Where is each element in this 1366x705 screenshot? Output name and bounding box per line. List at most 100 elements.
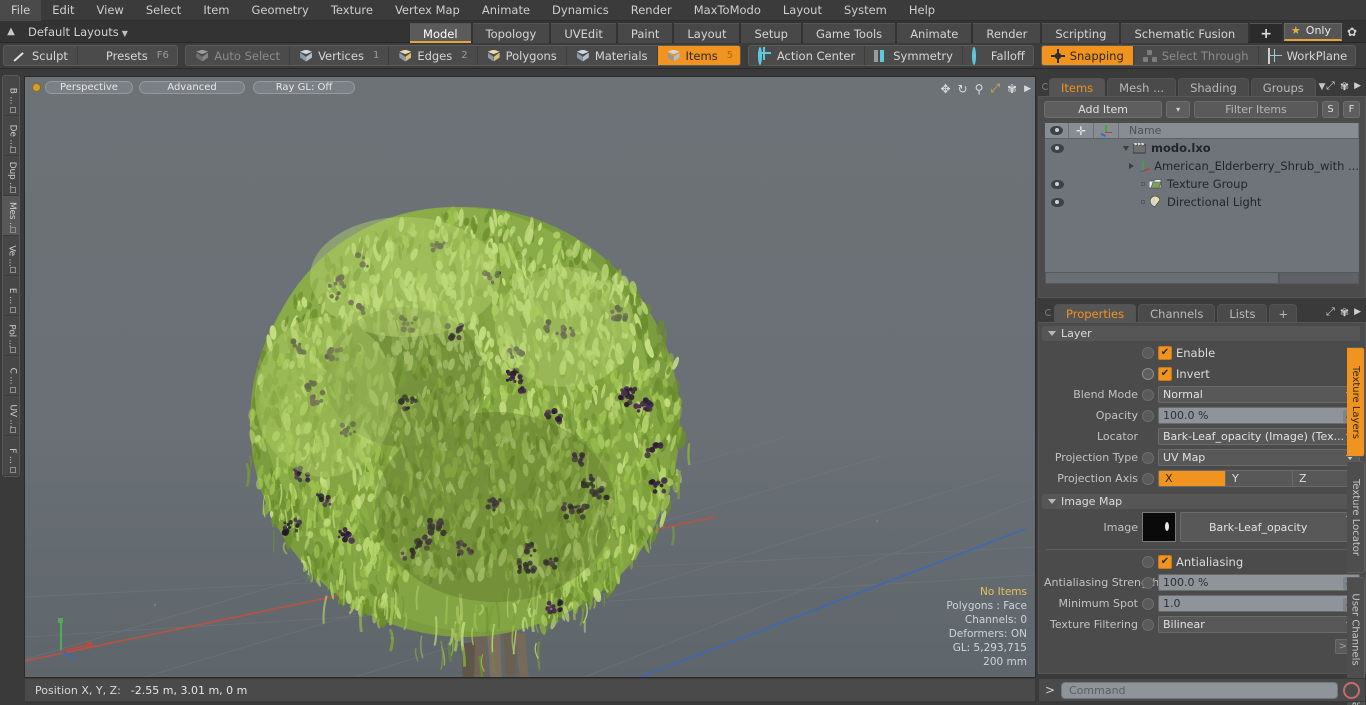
gear-icon[interactable]: ✾ [1007, 82, 1017, 96]
item-tree-row[interactable]: Texture Group [1045, 175, 1359, 193]
fit-icon[interactable]: ⤢ [990, 81, 1000, 96]
eye-icon[interactable] [1050, 197, 1064, 207]
row-visibility-toggle[interactable] [1045, 179, 1069, 189]
toolbar-button-auto-select[interactable]: Auto Select [186, 46, 291, 65]
menu-item-file[interactable]: File [0, 0, 42, 21]
menu-item-select[interactable]: Select [135, 0, 192, 21]
antialiasing-checkbox[interactable]: ✔ [1158, 554, 1172, 569]
layout-tab-uvedit[interactable]: UVEdit [551, 22, 616, 43]
enable-checkbox[interactable]: ✔ [1158, 345, 1172, 360]
layout-tab-game-tools[interactable]: Game Tools [802, 22, 896, 43]
eye-icon[interactable] [1050, 143, 1064, 153]
opacity-input[interactable]: 100.0 % [1158, 407, 1360, 424]
invert-checkbox[interactable]: ✔ [1158, 366, 1172, 381]
viewport-raygl-toggle[interactable]: Ray GL: Off [253, 81, 355, 94]
image-select[interactable]: Bark-Leaf_opacity [1180, 512, 1360, 542]
toolbar-button-polygons[interactable]: Polygons [478, 46, 567, 65]
projection-axis-knob[interactable] [1142, 472, 1154, 485]
3d-viewport[interactable]: Perspective Advanced Ray GL: Off ✥ ↻ ⚲ ⤢… [24, 76, 1036, 678]
side-tab-texture-layers[interactable]: Texture Layers [1347, 347, 1365, 457]
toolbar-button-action-center[interactable]: Action Center [749, 46, 866, 65]
minimum-spot-input[interactable]: 1.0 [1158, 595, 1360, 612]
projection-type-knob[interactable] [1142, 451, 1154, 464]
eye-icon[interactable] [1050, 179, 1064, 189]
panel-menu-knob[interactable] [1042, 302, 1054, 322]
locator-select[interactable]: Bark-Leaf_opacity (Image) (Tex... [1158, 428, 1360, 445]
layout-tab-scripting[interactable]: Scripting [1042, 22, 1120, 43]
toolbar-button-presets[interactable]: Presets F6 [78, 46, 177, 65]
expand-icon[interactable]: ⤢ [1326, 79, 1335, 93]
enable-knob[interactable] [1142, 346, 1154, 359]
properties-tab-channels[interactable]: Channels [1138, 304, 1216, 322]
menu-item-render[interactable]: Render [620, 0, 683, 21]
layout-selector[interactable]: Default Layouts ▼ [22, 25, 128, 39]
command-input[interactable]: Command [1061, 681, 1338, 699]
left-tab-f[interactable]: F ... [3, 436, 19, 476]
layout-tab-paint[interactable]: Paint [617, 22, 673, 43]
toolbar-button-falloff[interactable]: Falloff [963, 46, 1033, 65]
item-tree-hscrollbar[interactable] [1045, 272, 1359, 284]
image-thumbnail[interactable] [1142, 512, 1176, 542]
only-button[interactable]: ★ Only [1283, 22, 1342, 41]
zoom-icon[interactable]: ⚲ [975, 82, 984, 96]
expand-icon[interactable]: ⤢ [1326, 305, 1335, 319]
item-tree-row[interactable]: modo.lxo [1045, 139, 1359, 157]
toolbar-button-sculpt[interactable]: Sculpt [4, 46, 78, 65]
toolbar-button-symmetry[interactable]: Symmetry [865, 46, 963, 65]
toolbar-button-select-through[interactable]: Select Through [1134, 46, 1259, 65]
record-icon[interactable] [1343, 681, 1360, 699]
filter-items-input[interactable]: Filter Items [1194, 101, 1318, 118]
left-tab-mes[interactable]: Mes ... [3, 196, 19, 236]
item-panel-tab-groups[interactable]: Groups [1250, 78, 1316, 96]
left-tab-b[interactable]: B ... [3, 76, 19, 116]
row-visibility-toggle[interactable] [1045, 143, 1069, 153]
left-tab-dup[interactable]: Dup ... [3, 156, 19, 196]
left-tab-uv[interactable]: UV ... [3, 396, 19, 436]
toolbar-button-edges[interactable]: Edges 2 [389, 46, 478, 65]
menu-item-animate[interactable]: Animate [471, 0, 541, 21]
blend-mode-select[interactable]: Normal [1158, 386, 1360, 403]
item-tree-row[interactable]: American_Elderberry_Shrub_with ... [1045, 157, 1359, 175]
menu-item-texture[interactable]: Texture [320, 0, 384, 21]
add-layout-tab-button[interactable]: + [1250, 22, 1282, 43]
menu-item-dynamics[interactable]: Dynamics [541, 0, 620, 21]
chevron-down-icon[interactable]: ▼ [1318, 78, 1326, 96]
filter-f-button[interactable]: F [1343, 101, 1360, 118]
move-icon[interactable]: ✥ [940, 82, 950, 96]
add-properties-tab-button[interactable]: + [1269, 304, 1298, 322]
invert-knob[interactable] [1142, 367, 1154, 380]
item-panel-tab-shading[interactable]: Shading [1178, 78, 1249, 96]
menu-item-maxtomodo[interactable]: MaxToModo [683, 0, 772, 21]
section-header-image-map[interactable]: Image Map [1042, 494, 1360, 509]
layout-tab-animate[interactable]: Animate [897, 22, 972, 43]
left-tab-c[interactable]: C ... [3, 356, 19, 396]
collapse-up-icon[interactable]: ▲ [0, 21, 22, 43]
layout-tab-model[interactable]: Model [410, 22, 471, 43]
section-header-layer[interactable]: Layer [1042, 326, 1360, 341]
menu-item-layout[interactable]: Layout [772, 0, 833, 21]
side-tab-texture-locator[interactable]: Texture Locator [1347, 461, 1365, 573]
panel-menu-knob[interactable] [1042, 76, 1049, 96]
item-tree-row[interactable]: Directional Light [1045, 193, 1359, 211]
aa-strength-knob[interactable] [1142, 576, 1154, 589]
layout-tab-render[interactable]: Render [973, 22, 1041, 43]
chevron-right-icon[interactable]: ▶ [1354, 307, 1361, 317]
properties-tab-properties[interactable]: Properties [1054, 304, 1137, 322]
viewport-view-mode[interactable]: Perspective [45, 81, 133, 94]
row-visibility-toggle[interactable] [1045, 197, 1069, 207]
chevron-down-icon[interactable] [1123, 145, 1129, 151]
gear-icon[interactable]: ✿ [1342, 25, 1362, 39]
layout-tab-topology[interactable]: Topology [472, 22, 550, 43]
menu-item-item[interactable]: Item [192, 0, 240, 21]
layout-tab-layout[interactable]: Layout [674, 22, 740, 43]
item-panel-tab-mesh[interactable]: Mesh ... [1107, 78, 1177, 96]
menu-item-help[interactable]: Help [898, 0, 946, 21]
projection-axis-option-y[interactable]: Y [1226, 471, 1293, 486]
left-tab-pol[interactable]: Pol ... [3, 316, 19, 356]
layout-tab-setup[interactable]: Setup [741, 22, 801, 43]
menu-item-edit[interactable]: Edit [41, 0, 85, 21]
antialiasing-knob[interactable] [1142, 555, 1154, 568]
blend-mode-knob[interactable] [1142, 388, 1154, 401]
side-tab-user-channels[interactable]: User Channels [1347, 577, 1365, 682]
gear-icon[interactable]: ✾ [1340, 80, 1349, 93]
